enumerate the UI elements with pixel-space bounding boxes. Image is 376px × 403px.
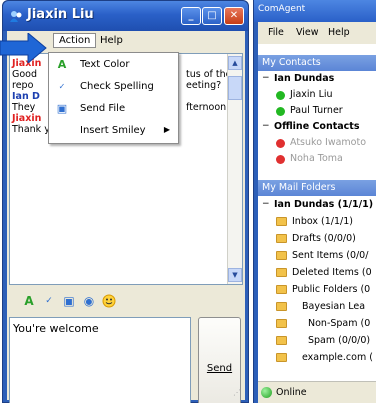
comagent-menubar: File View Help	[258, 22, 376, 44]
close-button[interactable]: ✕	[224, 7, 244, 25]
offline-status-icon	[276, 155, 285, 164]
menu-item-label: Text Color	[80, 59, 130, 70]
transcript-text: They	[12, 102, 36, 113]
online-status-icon	[261, 387, 272, 398]
text-color-icon: A	[57, 58, 67, 71]
action-menu: A Text Color ✓ Check Spelling ▣ Send Fil…	[48, 52, 179, 144]
comagent-title-bar[interactable]: ComAgent	[254, 0, 376, 22]
transcript-text: Good	[12, 69, 38, 80]
folder-icon	[276, 302, 287, 311]
folder-icon	[276, 319, 287, 328]
folder-icon	[276, 285, 287, 294]
messenger-icon	[10, 11, 22, 22]
menu-help[interactable]: Help	[328, 27, 350, 38]
collapse-icon[interactable]: −	[262, 121, 270, 131]
online-status-icon	[276, 107, 285, 116]
menu-view[interactable]: View	[296, 27, 319, 38]
globe-icon[interactable]: ◉	[81, 293, 97, 309]
send-file-icon[interactable]: ▣	[61, 293, 77, 309]
menu-item-label: Check Spelling	[80, 81, 154, 92]
status-bar[interactable]: Online	[258, 381, 376, 403]
folder-icon	[276, 217, 287, 226]
folder-icon	[276, 251, 287, 260]
message-input[interactable]: You're welcome	[9, 317, 191, 403]
chat-title: Jiaxin Liu	[27, 7, 94, 22]
comagent-window: ComAgent File View Help My Contacts − Ia…	[253, 0, 376, 403]
comagent-body: File View Help My Contacts − Ian Dundas …	[258, 22, 376, 403]
folder-icon	[276, 353, 287, 362]
transcript-text: eeting?	[186, 80, 222, 91]
submenu-arrow-icon: ▶	[163, 125, 170, 134]
status-text: Online	[276, 387, 307, 398]
scroll-down-button[interactable]: ▼	[228, 268, 242, 282]
send-button-label: Send	[206, 363, 233, 374]
chat-title-bar[interactable]: Jiaxin Liu _ □ ✕	[3, 1, 248, 31]
transcript-text: repo	[12, 80, 34, 91]
online-status-icon	[276, 91, 285, 100]
transcript-sender: Jiaxin	[12, 113, 42, 124]
transcript-sender: Ian D	[12, 91, 40, 102]
menu-item-label: Insert Smiley	[80, 125, 146, 136]
menu-help[interactable]: Help	[95, 34, 128, 47]
smiley-icon[interactable]	[101, 293, 117, 309]
folder-icon	[276, 268, 287, 277]
check-spelling-icon: ✓	[58, 82, 66, 91]
menu-file[interactable]: File	[268, 27, 284, 38]
maximize-button[interactable]: □	[202, 7, 222, 25]
comagent-title: ComAgent	[258, 4, 306, 14]
collapse-icon[interactable]: −	[262, 199, 270, 209]
pointer-arrow-icon	[0, 33, 47, 63]
resize-grip-icon[interactable]: ⋰	[233, 388, 243, 398]
menu-item-send-file[interactable]: ▣ Send File	[50, 99, 178, 120]
menu-item-check-spelling[interactable]: ✓ Check Spelling	[50, 77, 178, 98]
transcript-scrollbar[interactable]: ▲ ▼	[227, 54, 242, 284]
folder-icon	[276, 336, 287, 345]
folder-icon	[276, 234, 287, 243]
scroll-thumb[interactable]	[228, 76, 242, 100]
text-color-icon[interactable]: A	[21, 293, 37, 309]
menu-item-text-color[interactable]: A Text Color	[50, 55, 178, 76]
transcript-text: tus of the	[186, 69, 232, 80]
transcript-text: fternoon.	[186, 102, 230, 113]
scroll-up-button[interactable]: ▲	[228, 56, 242, 70]
menu-item-insert-smiley[interactable]: Insert Smiley ▶	[50, 121, 178, 142]
check-spelling-icon[interactable]: ✓	[41, 293, 57, 309]
menu-item-label: Send File	[80, 103, 126, 114]
menu-action[interactable]: Action	[53, 33, 97, 48]
offline-status-icon	[276, 139, 285, 148]
collapse-icon[interactable]: −	[262, 73, 270, 83]
contacts-header[interactable]: My Contacts	[258, 55, 376, 71]
send-file-icon: ▣	[56, 102, 68, 115]
mail-folders-header[interactable]: My Mail Folders	[258, 180, 376, 196]
minimize-button[interactable]: _	[181, 7, 201, 25]
